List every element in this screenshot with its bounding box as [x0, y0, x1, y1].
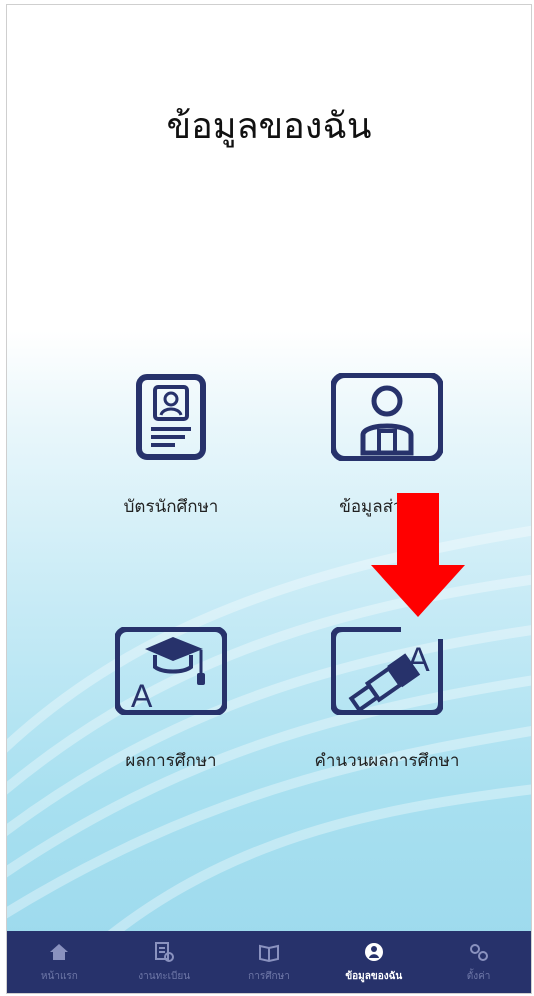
- nav-label-registration: งานทะเบียน: [138, 970, 191, 982]
- nav-label-my-info: ข้อมูลของฉัน: [345, 970, 403, 982]
- nav-item-education[interactable]: การศึกษา: [219, 941, 319, 984]
- person-icon: [330, 372, 444, 462]
- menu-label-grades: ผลการศึกษา: [125, 751, 217, 771]
- menu-tile-grades[interactable]: A ผลการศึกษา: [81, 626, 261, 774]
- nav-item-my-info[interactable]: ข้อมูลของฉัน: [324, 941, 424, 984]
- bottom-nav: หน้าแรก งานทะเบียน การศึกษา ข้อมูลของฉัน…: [7, 931, 531, 993]
- menu-label-student-card: บัตรนักศึกษา: [123, 497, 219, 517]
- grade-cap-icon: A: [114, 626, 228, 716]
- red-arrow-annotation: [371, 493, 465, 617]
- svg-text:A: A: [407, 641, 430, 679]
- menu-label-grade-calculator: คำนวนผลการศึกษา: [314, 751, 460, 771]
- svg-text:A: A: [131, 678, 153, 714]
- id-card-icon: [115, 373, 227, 461]
- nav-item-home[interactable]: หน้าแรก: [9, 941, 109, 984]
- page-title: ข้อมูลของฉัน: [166, 106, 372, 147]
- registration-icon: [153, 941, 175, 963]
- book-icon: [258, 941, 280, 963]
- settings-icon: [468, 941, 490, 963]
- profile-icon: [363, 941, 385, 963]
- phone-screen: ข้อมูลของฉัน บัตรนักศึกษา ข้อมูลส่วนตัว …: [6, 4, 532, 994]
- nav-label-home: หน้าแรก: [40, 970, 78, 982]
- nav-item-settings[interactable]: ตั้งค่า: [429, 941, 529, 984]
- nav-label-settings: ตั้งค่า: [466, 970, 491, 982]
- nav-label-education: การศึกษา: [248, 970, 290, 982]
- menu-tile-student-card[interactable]: บัตรนักศึกษา: [81, 373, 261, 520]
- home-icon: [48, 941, 70, 963]
- menu-tile-grade-calculator[interactable]: A คำนวนผลการศึกษา: [297, 626, 477, 774]
- telescope-grade-icon: A: [330, 626, 444, 716]
- nav-item-registration[interactable]: งานทะเบียน: [114, 941, 214, 984]
